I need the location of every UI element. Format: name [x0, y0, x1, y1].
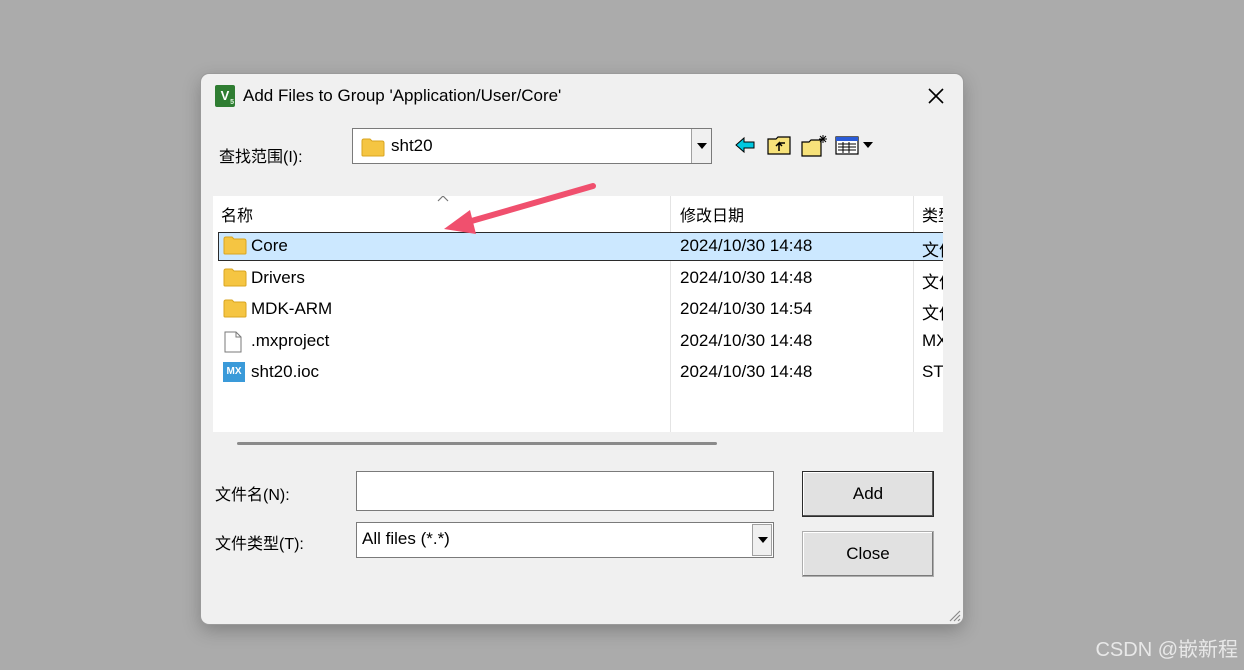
sort-ascending-icon — [437, 196, 449, 202]
file-name: Core — [251, 236, 288, 255]
filename-input[interactable] — [357, 472, 773, 510]
new-folder-button[interactable] — [801, 134, 827, 157]
file-date: 2024/10/30 14:48 — [680, 362, 813, 381]
file-row-icon — [223, 299, 247, 322]
close-window-button[interactable] — [921, 82, 951, 110]
file-date: 2024/10/30 14:48 — [680, 236, 813, 255]
filetype-label: 文件类型(T): — [215, 536, 304, 553]
add-files-dialog: V 5 Add Files to Group 'Application/User… — [201, 74, 963, 624]
file-type: STM32CubeMX — [922, 362, 943, 381]
file-row-icon — [223, 236, 247, 259]
file-name: sht20.ioc — [251, 362, 320, 381]
details-view-icon — [835, 136, 873, 155]
lookin-dropdown[interactable]: sht20 — [352, 128, 712, 164]
file-row-icon: MX — [223, 362, 245, 382]
close-icon — [928, 88, 944, 104]
filetype-dropdown-button[interactable] — [752, 524, 772, 556]
filename-label: 文件名(N): — [215, 487, 290, 504]
close-button[interactable]: Close — [802, 531, 934, 577]
new-folder-icon — [801, 135, 827, 157]
dialog-title: Add Files to Group 'Application/User/Cor… — [243, 86, 562, 105]
file-row-mxproject[interactable]: .mxproject 2024/10/30 14:48 MXPROJECT — [213, 327, 943, 358]
filetype-value: All files (*.*) — [362, 529, 450, 548]
file-list[interactable]: 名称 修改日期 类型 Core2024/10/30 14:48文件夹Driver… — [213, 196, 943, 432]
file-name: .mxproject — [251, 330, 330, 350]
up-folder-button[interactable] — [767, 134, 791, 156]
file-row-mdk-arm[interactable]: MDK-ARM 2024/10/30 14:54 文件夹 — [213, 295, 943, 326]
back-button[interactable] — [733, 134, 757, 156]
file-date: 2024/10/30 14:54 — [680, 299, 813, 318]
file-icon — [224, 331, 242, 352]
horizontal-scrollbar[interactable] — [237, 442, 717, 445]
column-header-modified[interactable]: 修改日期 — [680, 202, 744, 226]
file-row-icon — [223, 331, 243, 357]
file-type: 文件夹 — [922, 272, 943, 292]
file-name: Drivers — [251, 267, 305, 287]
up-folder-icon — [767, 136, 791, 155]
back-arrow-icon — [735, 136, 755, 154]
filename-field[interactable] — [356, 471, 774, 511]
file-type: MXPROJECT — [922, 330, 943, 350]
file-row-icon — [223, 268, 247, 291]
add-button[interactable]: Add — [802, 471, 934, 517]
selection-highlight — [218, 232, 943, 261]
lookin-value: sht20 — [391, 136, 433, 155]
file-row-sht20-ioc[interactable]: MX sht20.ioc 2024/10/30 14:48 STM32CubeMX — [213, 358, 943, 389]
filetype-dropdown[interactable]: All files (*.*) — [356, 522, 774, 558]
view-menu-button[interactable] — [835, 134, 879, 156]
lookin-label: 查找范围(I): — [219, 149, 303, 166]
folder-icon — [361, 138, 385, 157]
file-row-drivers[interactable]: Drivers 2024/10/30 14:48 文件夹 — [213, 264, 943, 295]
file-date: 2024/10/30 14:48 — [680, 330, 813, 350]
file-type: 文件夹 — [922, 304, 943, 323]
file-row-core[interactable]: Core 2024/10/30 14:48 文件夹 — [213, 232, 943, 263]
watermark: CSDN @嵌新程 — [1095, 639, 1238, 661]
file-date: 2024/10/30 14:48 — [680, 267, 813, 287]
lookin-dropdown-button[interactable] — [691, 129, 711, 163]
keil-app-icon: V 5 — [215, 85, 235, 107]
file-name: MDK-ARM — [251, 299, 333, 318]
folder-icon — [223, 268, 247, 286]
folder-icon — [223, 299, 247, 318]
column-header-name[interactable]: 名称 — [221, 202, 253, 226]
resize-grip-icon[interactable] — [947, 608, 961, 622]
column-header-type[interactable]: 类型 — [922, 202, 943, 226]
folder-icon — [223, 236, 247, 255]
file-type: 文件夹 — [922, 241, 943, 260]
mx-icon: MX — [223, 362, 245, 382]
title-bar[interactable]: V 5 Add Files to Group 'Application/User… — [201, 74, 963, 118]
